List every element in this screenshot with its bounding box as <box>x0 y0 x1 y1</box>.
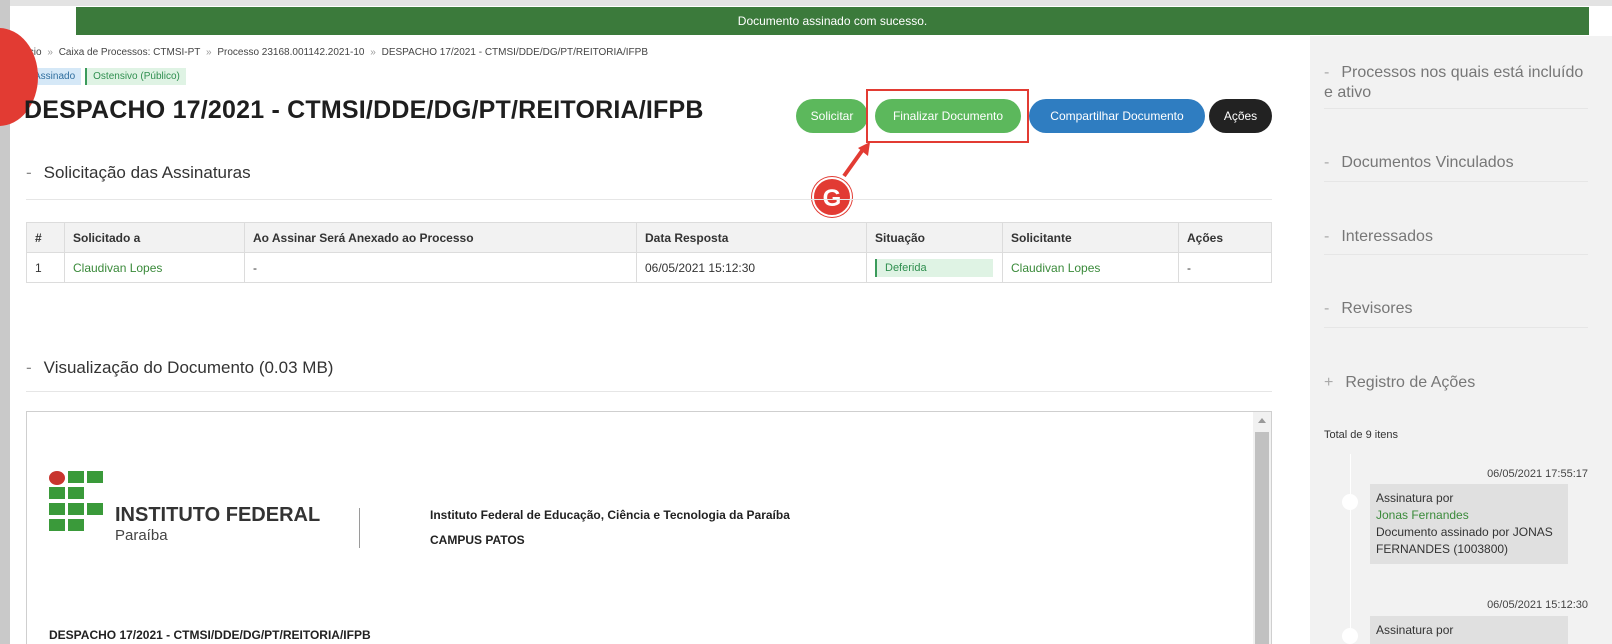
logo-divider <box>359 508 360 548</box>
logo-title: INSTITUTO FEDERAL <box>115 504 321 526</box>
breadcrumb-item-current: DESPACHO 17/2021 - CTMSI/DDE/DG/PT/REITO… <box>381 47 648 58</box>
sidebar-item-label: Processos nos quais está incluído e ativ… <box>1324 64 1584 101</box>
sidebar-divider <box>1324 181 1588 182</box>
campus-name: CAMPUS PATOS <box>430 533 525 547</box>
sidebar: - Processos nos quais está incluído e ati… <box>1310 36 1612 644</box>
sidebar-item-documentos-vinculados[interactable]: - Documentos Vinculados <box>1324 153 1588 173</box>
column-header: Solicitante <box>1002 222 1179 253</box>
breadcrumb: ício » Caixa de Processos: CTMSI-PT » Pr… <box>26 47 648 58</box>
anexado-cell: - <box>244 252 637 283</box>
annotation-highlight-box <box>866 89 1029 143</box>
collapse-dash-icon: - <box>1324 228 1330 245</box>
signatures-section-heading: - Solicitação das Assinaturas <box>26 163 251 183</box>
sidebar-item-revisores[interactable]: - Revisores <box>1324 299 1588 319</box>
sidebar-item-registro-de-acoes[interactable]: + Registro de Ações <box>1324 373 1588 393</box>
column-header: Data Resposta <box>636 222 867 253</box>
timeline-person-link[interactable]: Jonas Fernandes <box>1376 507 1562 524</box>
signatures-table: # Solicitado a Ao Assinar Será Anexado a… <box>26 222 1272 283</box>
sidebar-divider <box>1324 254 1588 255</box>
acoes-button[interactable]: Ações <box>1209 99 1272 133</box>
situacao-badge: Deferida <box>875 258 993 277</box>
logo-mark-icon <box>49 471 107 531</box>
collapse-dash-icon[interactable]: - <box>26 358 32 377</box>
sidebar-item-label: Interessados <box>1341 228 1433 245</box>
column-header: # <box>26 222 65 253</box>
sidebar-item-processos[interactable]: - Processos nos quais está incluído e ati… <box>1324 63 1588 103</box>
access-badge: Ostensivo (Público) <box>85 68 186 85</box>
logo-subtitle: Paraíba <box>115 527 168 544</box>
preview-scrollbar[interactable] <box>1253 412 1271 644</box>
table-header-row: # Solicitado a Ao Assinar Será Anexado a… <box>26 222 1272 253</box>
timeline-entry: Assinatura por <box>1370 616 1568 644</box>
collapse-dash-icon: - <box>1324 64 1330 81</box>
timeline-detail: Documento assinado por JONAS FERNANDES (… <box>1376 525 1553 556</box>
column-header: Solicitado a <box>64 222 245 253</box>
success-banner: Documento assinado com sucesso. <box>76 7 1589 35</box>
total-items-count: Total de 9 itens <box>1324 429 1398 441</box>
section-divider <box>26 391 1272 392</box>
row-number: 1 <box>26 252 65 283</box>
column-header: Situação <box>866 222 1003 253</box>
timeline-dot <box>1342 628 1358 644</box>
sidebar-item-label: Registro de Ações <box>1345 374 1476 391</box>
section-divider <box>26 199 1272 200</box>
document-title: DESPACHO 17/2021 - CTMSI/DDE/DG/PT/REITO… <box>49 628 371 642</box>
timeline-entry: Assinatura por Jonas Fernandes Documento… <box>1370 484 1568 564</box>
app-frame: Documento assinado com sucesso. ício » C… <box>0 0 1612 644</box>
timeline-line <box>1350 454 1351 644</box>
breadcrumb-item-caixa[interactable]: Caixa de Processos: CTMSI-PT <box>59 47 201 58</box>
timeline-dot <box>1342 494 1358 510</box>
status-tags: Assinado Ostensivo (Público) <box>26 68 186 85</box>
scroll-thumb[interactable] <box>1255 432 1269 644</box>
breadcrumb-separator: » <box>206 47 212 58</box>
solicitado-link[interactable]: Claudivan Lopes <box>73 261 162 275</box>
sidebar-divider <box>1324 327 1588 328</box>
timeline-timestamp: 06/05/2021 17:55:17 <box>1487 468 1588 480</box>
column-header: Ao Assinar Será Anexado ao Processo <box>244 222 637 253</box>
preview-section-heading: - Visualização do Documento (0.03 MB) <box>26 358 333 378</box>
document-preview[interactable]: INSTITUTO FEDERAL Paraíba Instituto Fede… <box>26 411 1272 644</box>
breadcrumb-item-processo[interactable]: Processo 23168.001142.2021-10 <box>217 47 364 58</box>
collapse-dash-icon: - <box>1324 300 1330 317</box>
annotation-arrow-icon <box>842 142 870 178</box>
sidebar-divider <box>1324 108 1588 109</box>
preview-heading-text: Visualização do Documento (0.03 MB) <box>43 358 334 377</box>
collapse-dash-icon: - <box>1324 154 1330 171</box>
timeline-action: Assinatura por <box>1376 491 1454 505</box>
table-row: 1 Claudivan Lopes - 06/05/2021 15:12:30 … <box>26 252 1272 283</box>
breadcrumb-separator: » <box>47 47 53 58</box>
scroll-up-icon[interactable] <box>1258 418 1266 423</box>
expand-plus-icon: + <box>1324 374 1334 391</box>
data-resposta-cell: 06/05/2021 15:12:30 <box>636 252 867 283</box>
institution-name: Instituto Federal de Educação, Ciência e… <box>430 508 790 522</box>
sidebar-item-label: Documentos Vinculados <box>1341 154 1514 171</box>
annotation-badge: G <box>812 177 852 217</box>
solicitar-button[interactable]: Solicitar <box>796 99 868 133</box>
signatures-heading-text: Solicitação das Assinaturas <box>43 163 251 182</box>
collapse-dash-icon[interactable]: - <box>26 163 32 182</box>
breadcrumb-separator: » <box>370 47 376 58</box>
page-title: DESPACHO 17/2021 - CTMSI/DDE/DG/PT/REITO… <box>24 96 704 124</box>
compartilhar-documento-button[interactable]: Compartilhar Documento <box>1029 99 1205 133</box>
top-strip <box>0 0 1612 6</box>
solicitante-link[interactable]: Claudivan Lopes <box>1011 261 1100 275</box>
timeline-action: Assinatura por <box>1376 623 1454 637</box>
sidebar-item-interessados[interactable]: - Interessados <box>1324 227 1588 247</box>
column-header: Ações <box>1178 222 1272 253</box>
sidebar-item-label: Revisores <box>1341 300 1413 317</box>
acoes-cell: - <box>1178 252 1272 283</box>
timeline-timestamp: 06/05/2021 15:12:30 <box>1487 599 1588 611</box>
